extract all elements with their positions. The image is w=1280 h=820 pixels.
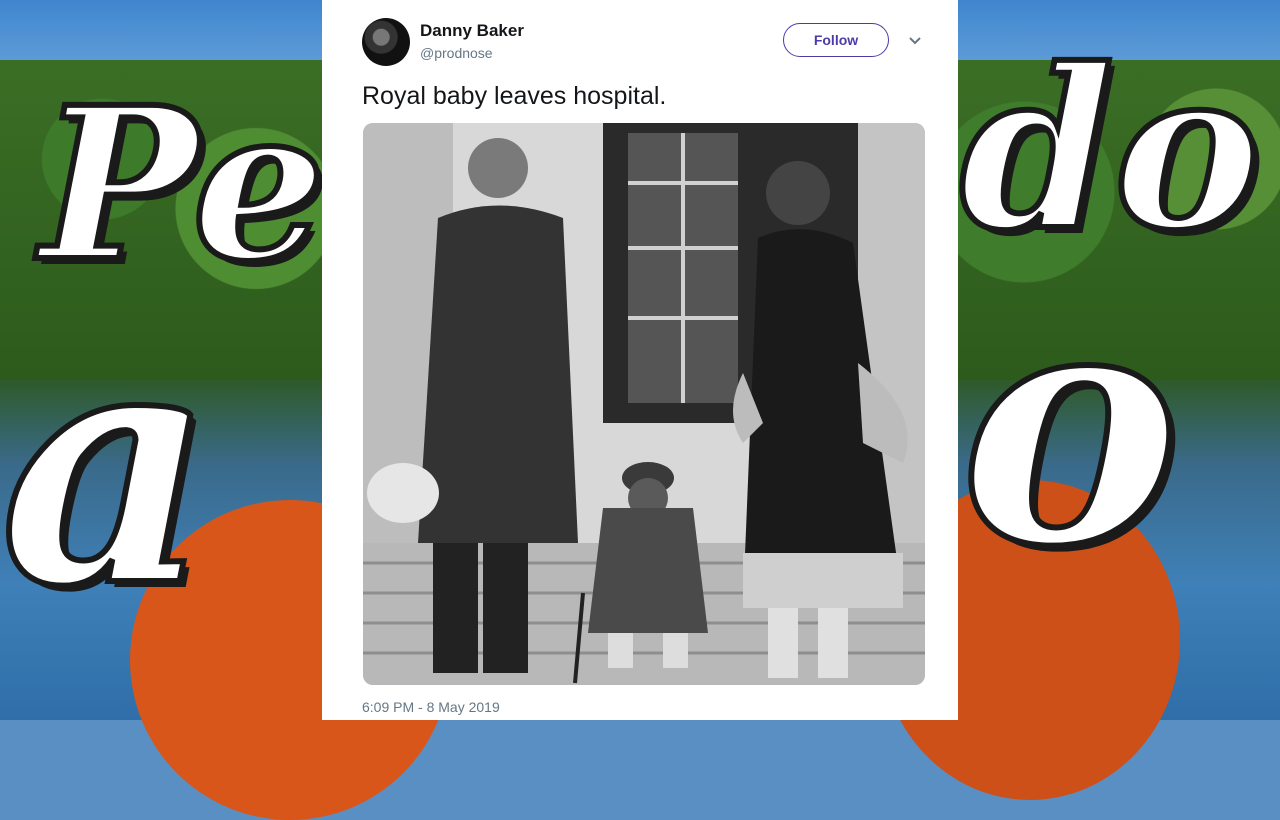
tweet-photo[interactable] xyxy=(363,123,925,685)
overlay-text-top-right: do xyxy=(957,20,1264,279)
photo-image xyxy=(363,123,925,685)
tweet-timestamp[interactable]: 6:09 PM - 8 May 2019 xyxy=(362,699,500,715)
tweet-text: Royal baby leaves hospital. xyxy=(362,82,667,110)
overlay-text-bottom-right: o xyxy=(957,231,1183,619)
overlay-text-top-left: Pe xyxy=(37,61,329,308)
follow-button[interactable]: Follow xyxy=(783,23,889,57)
avatar[interactable] xyxy=(362,18,410,66)
author-handle[interactable]: @prodnose xyxy=(420,45,493,61)
overlay-text-bottom-left: a xyxy=(0,271,217,659)
tweet-card: Danny Baker @prodnose Follow Royal baby … xyxy=(322,0,958,720)
author-name[interactable]: Danny Baker xyxy=(420,21,524,41)
chevron-down-icon[interactable] xyxy=(905,30,925,50)
